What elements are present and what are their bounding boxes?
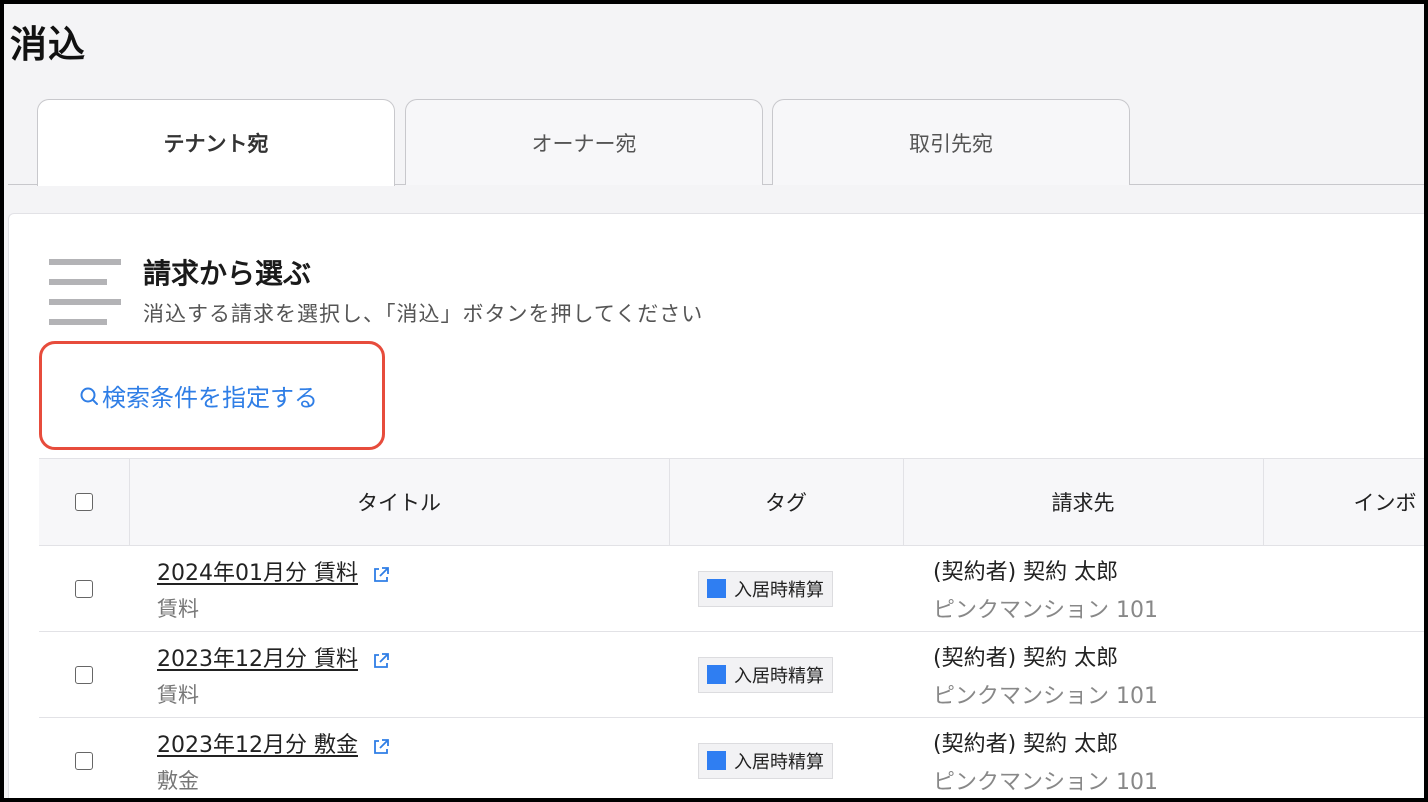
section-description: 消込する請求を選択し、「消込」ボタンを押してください [143,302,704,326]
tag-color-swatch [707,751,726,770]
app-canvas: 消込 テナント宛 オーナー宛 取引先宛 請求から選ぶ 消込する請求を選択し、「消… [4,4,1424,798]
column-header-tag[interactable]: タグ [668,458,903,546]
tag-color-swatch [707,665,726,684]
table-header-row: タイトル タグ 請求先 インボ [39,458,1424,546]
tag-badge: 入居時精算 [698,742,833,779]
invoice-cell [1263,545,1424,632]
select-all-checkbox[interactable] [74,493,93,511]
table-row: 2023年12月分 敷金 敷金 入居時精算 (契約者) 契約 太郎 ピンクマンシ… [39,717,1424,798]
payer-name: (契約者) 契約 太郎 [933,645,1119,671]
tag-badge: 入居時精算 [698,656,833,693]
search-conditions-link[interactable]: 検索条件を指定する [78,378,318,413]
invoice-selection-card: 請求から選ぶ 消込する請求を選択し、「消込」ボタンを押してください 検索条件を指… [8,213,1424,798]
invoice-table: タイトル タグ 請求先 インボ 2024年01月分 賃料 賃料 入居時精算 (契… [39,458,1424,798]
payer-name: (契約者) 契約 太郎 [933,559,1119,585]
table-row: 2023年12月分 賃料 賃料 入居時精算 (契約者) 契約 太郎 ピンクマンシ… [39,631,1424,718]
column-header-payer[interactable]: 請求先 [902,458,1263,546]
tag-color-swatch [707,579,726,598]
page-title: 消込 [10,23,86,66]
invoice-title-link[interactable]: 2024年01月分 賃料 [157,555,358,587]
row-checkbox[interactable] [75,665,93,684]
column-header-invoice[interactable]: インボ [1262,458,1424,546]
payer-property: ピンクマンション 101 [933,769,1158,795]
row-checkbox[interactable] [75,579,93,598]
search-highlight-box: 検索条件を指定する [39,341,385,450]
tab-tenant[interactable]: テナント宛 [37,99,395,186]
select-all-cell [39,458,129,546]
invoice-subtitle: 賃料 [157,596,199,621]
search-conditions-label: 検索条件を指定する [102,384,318,412]
external-link-icon[interactable] [371,737,391,757]
column-header-title[interactable]: タイトル [128,458,669,546]
payer-property: ピンクマンション 101 [933,597,1158,623]
invoice-subtitle: 敷金 [157,768,199,793]
invoice-title-link[interactable]: 2023年12月分 賃料 [157,641,358,673]
row-checkbox[interactable] [75,751,93,770]
invoice-cell [1263,717,1424,798]
invoice-subtitle: 賃料 [157,682,199,707]
tab-partner[interactable]: 取引先宛 [772,99,1130,185]
payer-property: ピンクマンション 101 [933,683,1158,709]
external-link-icon[interactable] [371,565,391,585]
payer-name: (契約者) 契約 太郎 [933,731,1119,757]
invoice-cell [1263,631,1424,718]
invoice-title-link[interactable]: 2023年12月分 敷金 [157,727,358,759]
section-title: 請求から選ぶ [143,257,312,290]
tag-badge: 入居時精算 [698,570,833,607]
external-link-icon[interactable] [371,651,391,671]
tab-owner[interactable]: オーナー宛 [405,99,763,185]
list-icon [49,259,121,325]
table-row: 2024年01月分 賃料 賃料 入居時精算 (契約者) 契約 太郎 ピンクマンシ… [39,545,1424,632]
search-icon [80,387,98,405]
